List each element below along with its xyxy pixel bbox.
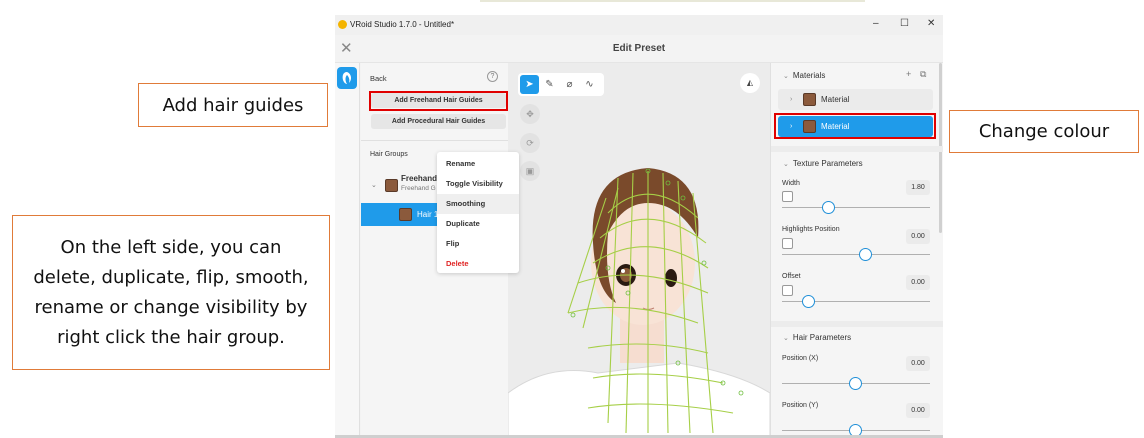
callout-add-hair-guides-text: Add hair guides: [162, 94, 304, 116]
menu-item-duplicate[interactable]: Duplicate: [437, 214, 519, 234]
hair-groups-heading: Hair Groups: [370, 151, 408, 158]
offset-label: Offset: [782, 273, 801, 280]
left-rail: [335, 63, 360, 438]
divider: [771, 321, 943, 327]
app-logo-icon: [338, 20, 347, 29]
hair-group-subtitle: Freehand G: [401, 185, 436, 192]
highlights-position-value[interactable]: 0.00: [906, 229, 930, 244]
material-row-1[interactable]: › Material: [778, 89, 933, 110]
materials-panel: ⌄ Materials + ⧉ › Material › Material ⌄ Te…: [770, 63, 943, 438]
callout-left-side-note: On the left side, you can delete, duplic…: [12, 215, 330, 370]
width-value[interactable]: 1.80: [906, 180, 930, 195]
menu-item-rename[interactable]: Rename: [437, 154, 519, 174]
add-material-icon[interactable]: +: [906, 69, 911, 79]
duplicate-material-icon[interactable]: ⧉: [920, 69, 926, 80]
texture-parameters-heading[interactable]: ⌄ Texture Parameters: [783, 159, 863, 168]
back-link[interactable]: Back: [370, 74, 387, 83]
material-color-swatch: [803, 93, 816, 106]
3d-viewport[interactable]: ➤ ✎ ⌀ ∿ ✥ ⟳ ▣ ◭: [508, 63, 770, 438]
callout-add-hair-guides: Add hair guides: [138, 83, 328, 127]
hair-mode-button[interactable]: [337, 67, 357, 89]
chevron-down-icon: ⌄: [783, 161, 789, 168]
menu-item-flip[interactable]: Flip: [437, 234, 519, 254]
texture-parameters-heading-label: Texture Parameters: [792, 159, 863, 168]
width-label: Width: [782, 180, 800, 187]
hair-parameters-heading-label: Hair Parameters: [792, 333, 852, 342]
help-icon[interactable]: ?: [487, 71, 498, 82]
divider: [771, 146, 943, 152]
materials-heading-label: Materials: [792, 71, 826, 80]
menu-item-toggle-visibility[interactable]: Toggle Visibility: [437, 174, 519, 194]
page-title: Edit Preset: [612, 43, 666, 54]
menu-item-delete[interactable]: Delete: [437, 254, 519, 274]
position-x-value[interactable]: 0.00: [906, 356, 930, 371]
window-title: VRoid Studio 1.7.0 - Untitled*: [350, 20, 455, 29]
width-checkbox[interactable]: [782, 191, 793, 202]
close-icon[interactable]: ✕: [927, 18, 935, 29]
offset-slider-thumb[interactable]: [802, 295, 815, 308]
editor-header: ✕ Edit Preset: [335, 35, 943, 63]
highlights-position-slider-track[interactable]: [782, 254, 930, 255]
position-x-label: Position (X): [782, 355, 819, 362]
width-slider-track[interactable]: [782, 207, 930, 208]
callout-left-side-note-text: On the left side, you can delete, duplic…: [33, 236, 309, 348]
highlight-box-freehand: [369, 91, 508, 111]
width-slider-thumb[interactable]: [822, 201, 835, 214]
position-x-slider-thumb[interactable]: [849, 377, 862, 390]
chevron-down-icon: ⌄: [783, 335, 789, 342]
avatar-model: [508, 168, 770, 438]
hair-child-color-swatch: [399, 208, 412, 221]
callout-change-colour-text: Change colour: [978, 121, 1110, 142]
position-y-label: Position (Y): [782, 402, 819, 409]
menu-item-smoothing[interactable]: Smoothing: [437, 194, 519, 214]
divider: [361, 140, 508, 141]
materials-heading[interactable]: ⌄ Materials: [783, 71, 825, 80]
position-y-value[interactable]: 0.00: [906, 403, 930, 418]
hair-icon: [342, 72, 352, 84]
chevron-right-icon: ›: [790, 96, 793, 103]
hair-child-name: Hair 1: [417, 210, 439, 219]
highlight-box-material: [774, 113, 936, 139]
app-window: VRoid Studio 1.7.0 - Untitled* – ☐ ✕ ✕ E…: [335, 15, 943, 438]
highlights-position-label: Highlights Position: [782, 226, 840, 233]
hair-group-name: Freehand: [401, 174, 438, 183]
chevron-down-icon[interactable]: ⌄: [371, 181, 377, 189]
callout-change-colour: Change colour: [949, 110, 1139, 153]
top-image-strip: [480, 0, 865, 2]
add-procedural-hair-guides-button[interactable]: Add Procedural Hair Guides: [371, 114, 506, 129]
highlights-position-checkbox[interactable]: [782, 238, 793, 249]
chevron-down-icon: ⌄: [783, 73, 789, 80]
material-label: Material: [821, 95, 850, 104]
hair-parameters-heading[interactable]: ⌄ Hair Parameters: [783, 333, 851, 342]
title-bar: VRoid Studio 1.7.0 - Untitled* – ☐ ✕: [335, 15, 943, 35]
context-menu: Rename Toggle Visibility Smoothing Dupli…: [437, 152, 519, 273]
maximize-icon[interactable]: ☐: [900, 18, 909, 29]
offset-value[interactable]: 0.00: [906, 275, 930, 290]
hair-group-color-swatch: [385, 179, 398, 192]
offset-checkbox[interactable]: [782, 285, 793, 296]
minimize-icon[interactable]: –: [873, 18, 879, 29]
highlights-position-slider-thumb[interactable]: [859, 248, 872, 261]
